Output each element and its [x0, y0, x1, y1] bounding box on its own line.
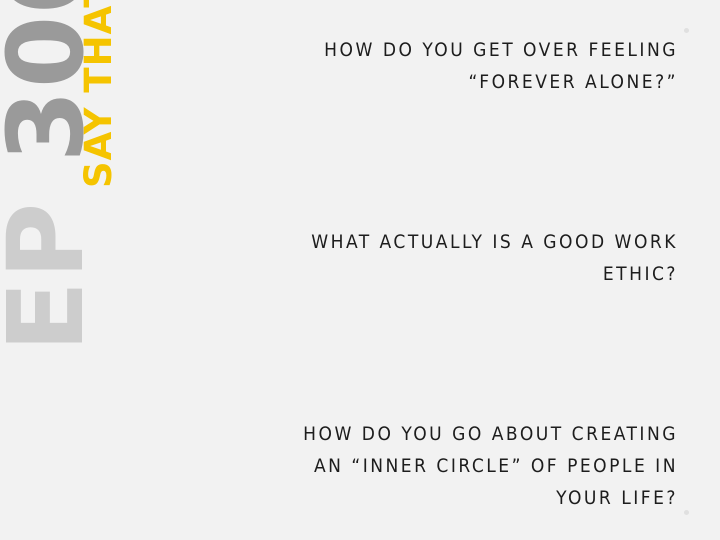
corner-mark — [684, 28, 689, 33]
question-2: What actually is a good work ethic? — [311, 231, 678, 285]
question-1: How do you get over feeling “forever alo… — [324, 39, 678, 93]
episode-prefix: EP — [0, 200, 107, 352]
show-title: SAY THAT! — [77, 0, 120, 188]
question-3: How do you go about creating an “inner c… — [303, 423, 678, 509]
corner-mark — [684, 510, 689, 515]
